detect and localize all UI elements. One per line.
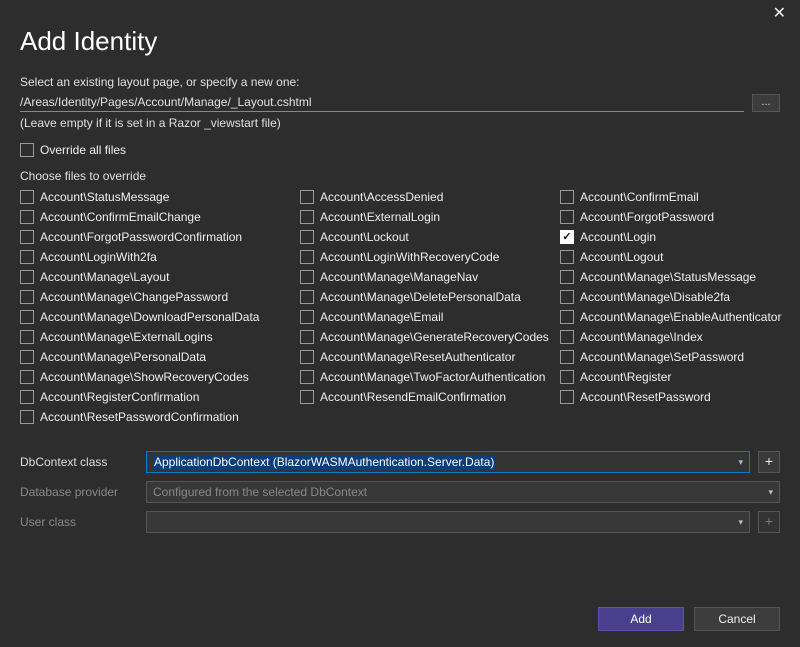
file-checkbox[interactable] — [20, 350, 34, 364]
file-checkbox[interactable] — [300, 270, 314, 284]
file-label: Account\Manage\ShowRecoveryCodes — [40, 370, 249, 384]
file-checkbox[interactable] — [300, 190, 314, 204]
layout-hint: (Leave empty if it is set in a Razor _vi… — [20, 114, 780, 133]
file-checkbox[interactable] — [300, 210, 314, 224]
file-label: Account\ConfirmEmail — [580, 190, 699, 204]
file-checkbox[interactable] — [300, 330, 314, 344]
file-checkbox[interactable] — [300, 310, 314, 324]
file-label: Account\Manage\DeletePersonalData — [320, 290, 521, 304]
choose-files-label: Choose files to override — [20, 169, 780, 183]
file-label: Account\Manage\Disable2fa — [580, 290, 730, 304]
file-label: Account\Login — [580, 230, 656, 244]
file-checkbox[interactable] — [20, 290, 34, 304]
file-checkbox[interactable] — [300, 290, 314, 304]
chevron-down-icon: ▾ — [738, 517, 743, 528]
file-checkbox[interactable] — [560, 290, 574, 304]
file-checkbox[interactable] — [560, 230, 574, 244]
file-label: Account\Manage\ManageNav — [320, 270, 478, 284]
dbcontext-label: DbContext class — [20, 455, 138, 469]
file-label: Account\Manage\TwoFactorAuthentication — [320, 370, 545, 384]
file-label: Account\Manage\Email — [320, 310, 443, 324]
file-checkbox[interactable] — [20, 190, 34, 204]
file-checkbox[interactable] — [560, 350, 574, 364]
file-label: Account\Manage\ChangePassword — [40, 290, 228, 304]
dbprovider-label: Database provider — [20, 485, 138, 499]
add-dbcontext-button[interactable]: + — [758, 451, 780, 473]
dialog-title: Add Identity — [20, 26, 780, 57]
file-checkbox[interactable] — [300, 250, 314, 264]
dbcontext-combo[interactable]: ApplicationDbContext (BlazorWASMAuthenti… — [146, 451, 750, 473]
file-checkbox[interactable] — [560, 330, 574, 344]
add-button[interactable]: Add — [598, 607, 684, 631]
file-label: Account\Manage\PersonalData — [40, 350, 206, 364]
add-userclass-button: + — [758, 511, 780, 533]
file-checkbox[interactable] — [20, 410, 34, 424]
dialog-root: ✕ Add Identity Select an existing layout… — [0, 0, 800, 647]
file-checkbox[interactable] — [20, 270, 34, 284]
file-checkbox[interactable] — [20, 250, 34, 264]
file-label: Account\LoginWith2fa — [40, 250, 157, 264]
file-label: Account\ForgotPasswordConfirmation — [40, 230, 242, 244]
file-checkbox[interactable] — [560, 370, 574, 384]
override-all-checkbox[interactable] — [20, 143, 34, 157]
file-label: Account\LoginWithRecoveryCode — [320, 250, 499, 264]
layout-prompt: Select an existing layout page, or speci… — [20, 73, 780, 92]
file-checkbox[interactable] — [20, 330, 34, 344]
dbprovider-combo: Configured from the selected DbContext ▾ — [146, 481, 780, 503]
file-checkbox[interactable] — [560, 210, 574, 224]
file-label: Account\RegisterConfirmation — [40, 390, 199, 404]
file-checkbox[interactable] — [20, 230, 34, 244]
file-checkbox[interactable] — [300, 390, 314, 404]
file-checkbox[interactable] — [560, 250, 574, 264]
file-label: Account\ExternalLogin — [320, 210, 440, 224]
file-checkbox[interactable] — [560, 310, 574, 324]
file-checkbox[interactable] — [300, 350, 314, 364]
file-checkbox[interactable] — [560, 190, 574, 204]
file-label: Account\Manage\DownloadPersonalData — [40, 310, 259, 324]
override-all-label: Override all files — [40, 143, 126, 157]
file-label: Account\Register — [580, 370, 671, 384]
chevron-down-icon: ▾ — [768, 487, 773, 498]
file-label: Account\Manage\StatusMessage — [580, 270, 756, 284]
file-label: Account\StatusMessage — [40, 190, 169, 204]
file-label: Account\ResetPasswordConfirmation — [40, 410, 239, 424]
file-label: Account\ResetPassword — [580, 390, 711, 404]
file-label: Account\Manage\Layout — [40, 270, 169, 284]
file-checkbox[interactable] — [300, 370, 314, 384]
file-checkbox[interactable] — [560, 390, 574, 404]
layout-path-input[interactable]: /Areas/Identity/Pages/Account/Manage/_La… — [20, 95, 744, 112]
file-label: Account\Manage\GenerateRecoveryCodes — [320, 330, 549, 344]
file-label: Account\ConfirmEmailChange — [40, 210, 201, 224]
browse-button[interactable]: ... — [752, 94, 780, 112]
file-label: Account\AccessDenied — [320, 190, 443, 204]
file-checkbox[interactable] — [20, 210, 34, 224]
file-checkbox[interactable] — [560, 270, 574, 284]
close-icon[interactable]: ✕ — [773, 6, 786, 22]
userclass-label: User class — [20, 515, 138, 529]
file-label: Account\Manage\ResetAuthenticator — [320, 350, 515, 364]
file-label: Account\ForgotPassword — [580, 210, 714, 224]
file-label: Account\Logout — [580, 250, 663, 264]
file-grid: Account\StatusMessage Account\AccessDenie… — [20, 189, 780, 425]
file-label: Account\Lockout — [320, 230, 409, 244]
file-label: Account\Manage\SetPassword — [580, 350, 744, 364]
file-label: Account\ResendEmailConfirmation — [320, 390, 506, 404]
dbprovider-value: Configured from the selected DbContext — [153, 485, 367, 499]
userclass-combo[interactable]: ▾ — [146, 511, 750, 533]
dbcontext-value: ApplicationDbContext (BlazorWASMAuthenti… — [153, 455, 495, 469]
file-checkbox[interactable] — [300, 230, 314, 244]
file-checkbox[interactable] — [20, 370, 34, 384]
file-label: Account\Manage\Index — [580, 330, 703, 344]
file-checkbox[interactable] — [20, 310, 34, 324]
file-checkbox[interactable] — [20, 390, 34, 404]
file-label: Account\Manage\ExternalLogins — [40, 330, 213, 344]
chevron-down-icon: ▾ — [738, 457, 743, 468]
cancel-button[interactable]: Cancel — [694, 607, 780, 631]
file-label: Account\Manage\EnableAuthenticator — [580, 310, 781, 324]
